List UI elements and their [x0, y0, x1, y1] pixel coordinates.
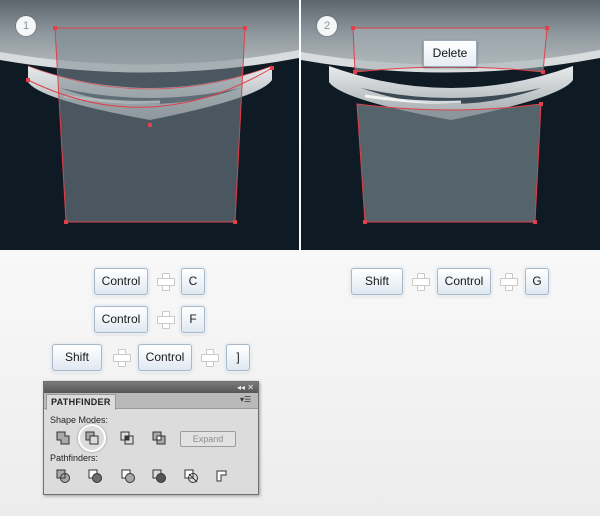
panel-menu-icon[interactable]: ▾☰ — [240, 395, 254, 405]
unite-icon[interactable] — [55, 430, 71, 446]
step-number-badge: 2 — [317, 16, 337, 36]
shape-modes-label: Shape Modes: — [50, 415, 109, 425]
panel-title-bar[interactable]: ◂◂ ✕ — [44, 382, 258, 393]
key-right-bracket: ] — [226, 344, 250, 371]
step-1-illustration: 1 — [0, 0, 299, 250]
pathfinders-label: Pathfinders: — [50, 453, 99, 463]
key-g: G — [525, 268, 549, 295]
plus-icon — [201, 349, 219, 367]
context-menu-delete[interactable]: Delete — [423, 40, 477, 67]
intersect-icon[interactable] — [119, 430, 135, 446]
plus-icon — [113, 349, 131, 367]
step-2-illustration: 2 Delete — [301, 0, 600, 250]
plus-icon — [157, 311, 175, 329]
step-number-badge: 1 — [16, 16, 36, 36]
collapse-close-icon[interactable]: ◂◂ ✕ — [237, 382, 254, 393]
crop-icon[interactable] — [151, 468, 167, 484]
minus-back-icon[interactable] — [214, 468, 230, 484]
key-shift: Shift — [351, 268, 403, 295]
plus-icon — [157, 273, 175, 291]
divide-icon[interactable] — [55, 468, 71, 484]
exclude-icon[interactable] — [151, 430, 167, 446]
plus-icon — [500, 273, 518, 291]
key-c: C — [181, 268, 205, 295]
merge-icon[interactable] — [120, 468, 136, 484]
selected-shape-mode-highlight — [78, 424, 106, 452]
key-control: Control — [138, 344, 192, 371]
pathfinder-panel: ◂◂ ✕ PATHFINDER ▾☰ Shape Modes: Expand P… — [43, 381, 259, 495]
tab-pathfinder[interactable]: PATHFINDER — [46, 394, 116, 410]
panel-tab-row: PATHFINDER ▾☰ — [44, 393, 258, 410]
key-control: Control — [94, 268, 148, 295]
outline-icon[interactable] — [183, 468, 199, 484]
trim-icon[interactable] — [87, 468, 103, 484]
plus-icon — [412, 273, 430, 291]
key-control: Control — [94, 306, 148, 333]
expand-button[interactable]: Expand — [180, 431, 236, 447]
key-f: F — [181, 306, 205, 333]
key-shift: Shift — [52, 344, 102, 371]
key-control: Control — [437, 268, 491, 295]
